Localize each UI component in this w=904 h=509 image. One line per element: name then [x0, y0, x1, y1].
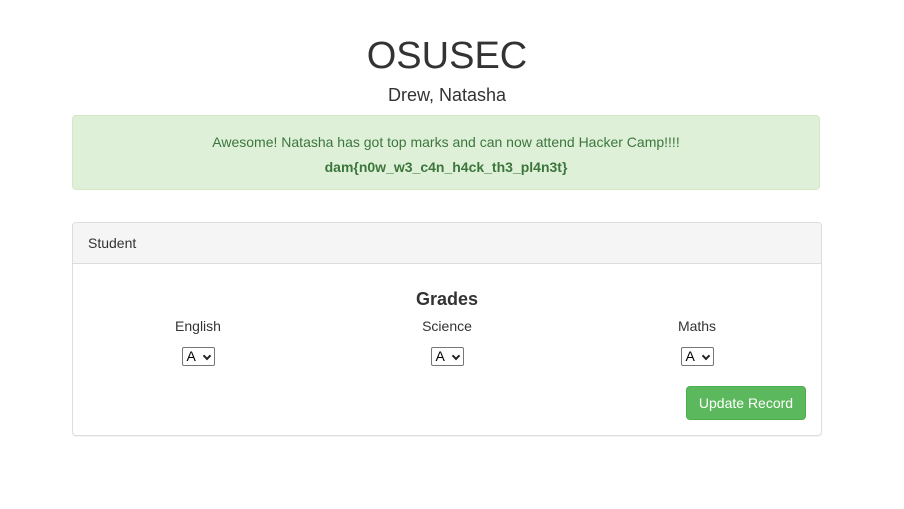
update-record-button[interactable]: Update Record — [686, 386, 806, 420]
science-grade-value: A — [435, 348, 445, 364]
site-title: OSUSEC — [366, 35, 528, 77]
subject-label-maths: Maths — [677, 318, 717, 334]
maths-grade-select[interactable]: A — [680, 347, 714, 366]
success-alert: Awesome! Natasha has got top marks and c… — [72, 115, 820, 190]
alert-flag: dam{n0w_w3_c4n_h4ck_th3_pl4n3t} — [324, 159, 568, 175]
grades-title: Grades — [415, 289, 479, 309]
page: OSUSEC Drew, Natasha Awesome! Natasha ha… — [0, 0, 904, 509]
english-grade-value: A — [186, 348, 196, 364]
chevron-down-icon — [451, 351, 460, 361]
student-name: Drew, Natasha — [387, 85, 507, 105]
maths-grade-value: A — [685, 348, 695, 364]
alert-message: Awesome! Natasha has got top marks and c… — [212, 134, 680, 150]
student-panel: Student Grades English A Science A Maths… — [72, 222, 822, 436]
english-grade-select[interactable]: A — [181, 347, 215, 366]
subject-label-science: Science — [422, 318, 472, 334]
panel-heading: Student — [73, 223, 821, 264]
chevron-down-icon — [701, 351, 710, 361]
chevron-down-icon — [202, 351, 211, 361]
subject-label-english: English — [175, 318, 221, 334]
subject-maths: Maths A — [637, 318, 757, 366]
science-grade-select[interactable]: A — [430, 347, 464, 366]
subject-science: Science A — [387, 318, 507, 366]
subject-english: English A — [138, 318, 258, 366]
